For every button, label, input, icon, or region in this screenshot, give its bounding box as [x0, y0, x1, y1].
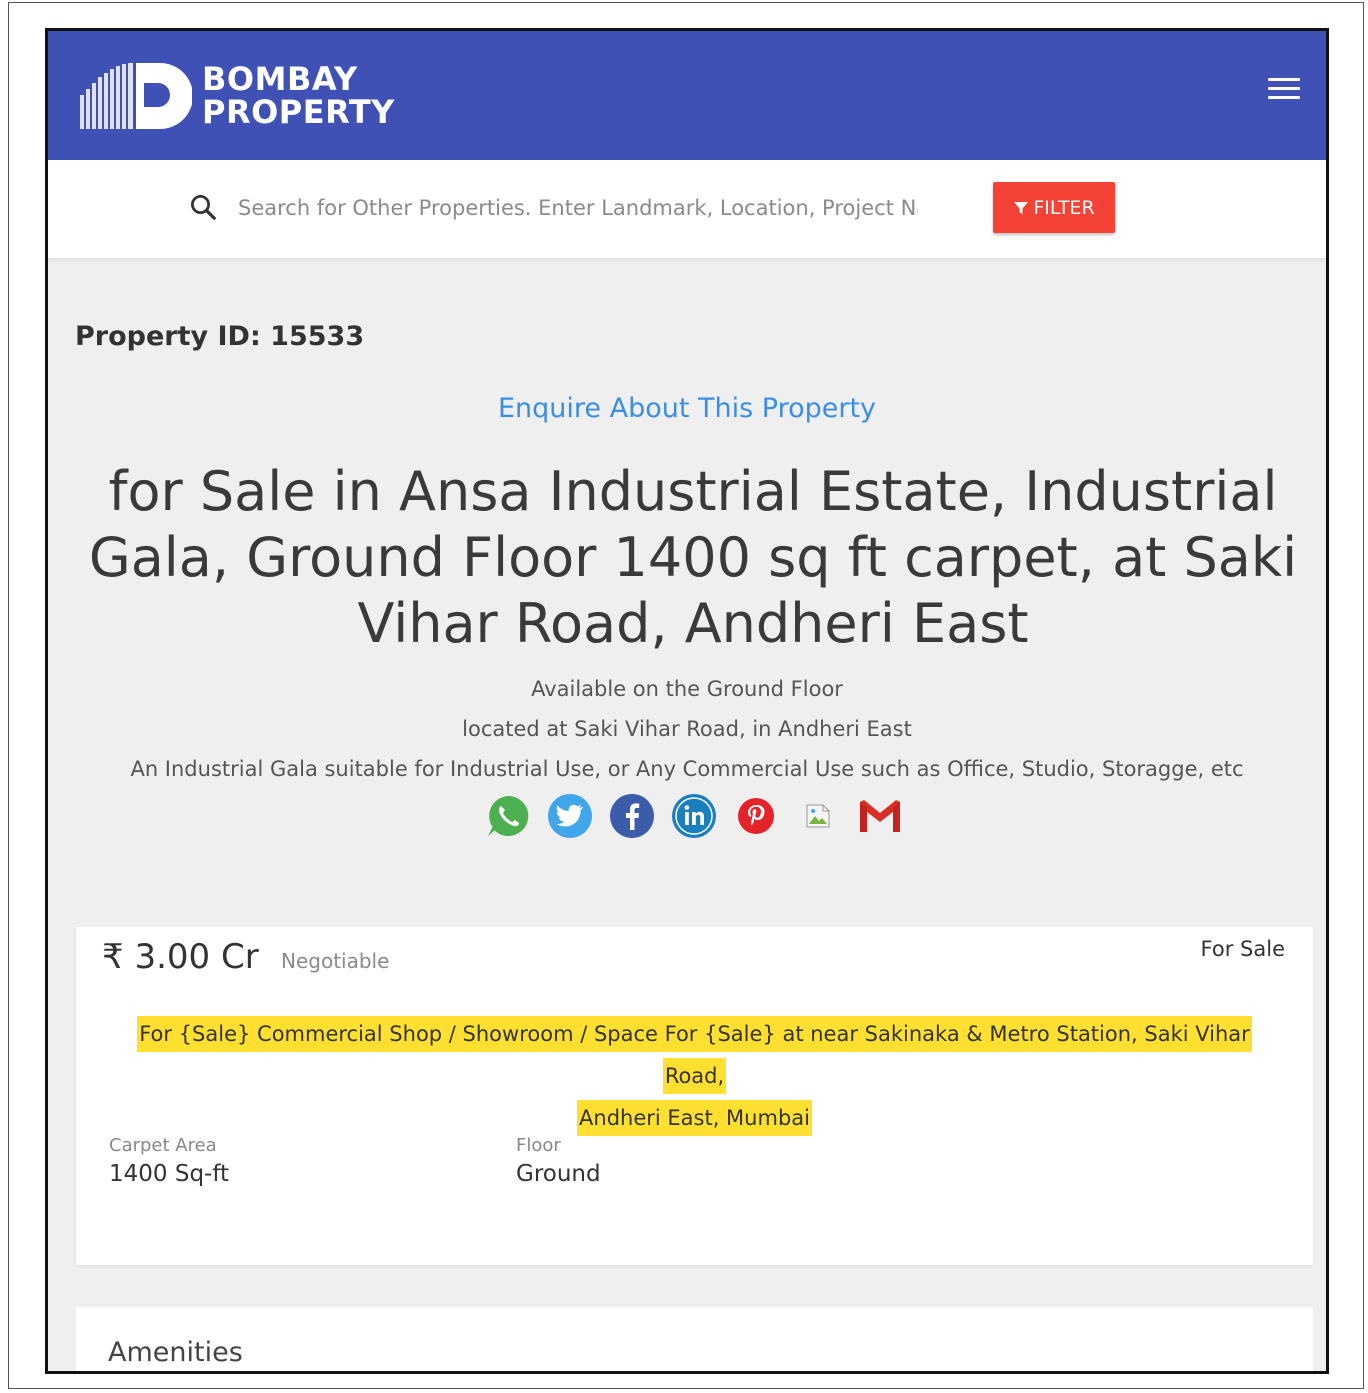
- brand-name: BOMBAY PROPERTY: [202, 63, 395, 129]
- negotiable-label: Negotiable: [281, 949, 390, 973]
- description-line: located at Saki Vihar Road, in Andheri E…: [462, 717, 912, 741]
- amenities-title: Amenities: [108, 1337, 243, 1368]
- brand-line-2: PROPERTY: [202, 93, 395, 131]
- carpet-area-value: 1400 Sq-ft: [109, 1161, 230, 1187]
- listing-status: For Sale: [1200, 937, 1285, 961]
- hamburger-menu-icon[interactable]: [1268, 78, 1300, 106]
- broken-image-icon[interactable]: [794, 792, 842, 840]
- description-line: An Industrial Gala suitable for Industri…: [130, 757, 1244, 781]
- linkedin-icon[interactable]: [670, 792, 718, 840]
- headline-line-2: Andheri East, Mumbai: [577, 1100, 812, 1136]
- headline-line-1: For {Sale} Commercial Shop / Showroom / …: [137, 1016, 1252, 1094]
- search-bar: FILTER: [48, 160, 1326, 258]
- twitter-icon[interactable]: [546, 792, 594, 840]
- gmail-icon[interactable]: [856, 792, 904, 840]
- whatsapp-icon[interactable]: [484, 792, 532, 840]
- filter-button[interactable]: FILTER: [993, 182, 1115, 233]
- enquire-link[interactable]: Enquire About This Property: [48, 393, 1326, 424]
- site-header: BOMBAY PROPERTY: [48, 31, 1326, 160]
- brand-line-1: BOMBAY: [202, 60, 358, 98]
- facebook-icon[interactable]: [608, 792, 656, 840]
- building-logo-icon: [80, 63, 192, 129]
- funnel-icon: [1014, 201, 1029, 214]
- filter-label: FILTER: [1033, 196, 1095, 219]
- floor-label: Floor: [516, 1135, 561, 1156]
- floor-value: Ground: [516, 1161, 601, 1187]
- listing-headline: For {Sale} Commercial Shop / Showroom / …: [136, 1013, 1253, 1139]
- browser-viewport: BOMBAY PROPERTY FILTER Property ID: 1553…: [45, 28, 1329, 1374]
- property-id: Property ID: 15533: [75, 321, 365, 352]
- price: ₹ 3.00 Cr: [102, 937, 259, 977]
- description-line: Available on the Ground Floor: [531, 677, 843, 701]
- pinterest-icon[interactable]: [732, 792, 780, 840]
- search-input[interactable]: [238, 188, 918, 228]
- amenities-card: Amenities: [76, 1307, 1313, 1371]
- price-card: ₹ 3.00 Cr Negotiable For Sale For {Sale}…: [76, 927, 1313, 1265]
- site-logo[interactable]: BOMBAY PROPERTY: [80, 57, 410, 137]
- property-title: for Sale in Ansa Industrial Estate, Indu…: [88, 460, 1298, 655]
- search-icon[interactable]: [188, 192, 218, 222]
- carpet-area-label: Carpet Area: [109, 1135, 217, 1156]
- share-buttons: [484, 791, 904, 841]
